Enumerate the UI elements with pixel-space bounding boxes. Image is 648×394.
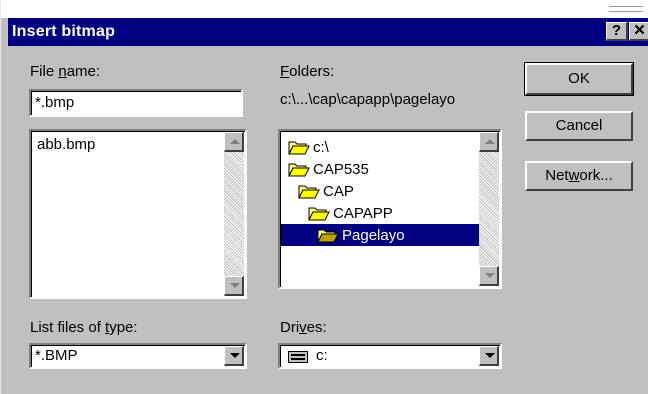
cancel-button[interactable]: Cancel	[525, 111, 633, 141]
help-button[interactable]: ?	[606, 22, 628, 41]
open-folder-icon	[288, 163, 310, 177]
folders-label: Folders:	[280, 63, 335, 80]
scroll-up-button[interactable]	[479, 132, 499, 152]
insert-bitmap-dialog: Insert bitmap ? ✕ File name: *.bmp abb.b…	[0, 0, 648, 394]
folder-item-capapp[interactable]: CAPAPP	[308, 202, 399, 224]
current-folder-path: c:\...\cap\capapp\pagelayo	[280, 91, 456, 108]
folder-tree[interactable]: c:\ CAP535 CAP CAPAPP Pagelayo	[278, 129, 502, 289]
grip-decoration	[609, 6, 643, 12]
open-folder-icon	[308, 207, 330, 221]
file-list[interactable]: abb.bmp	[29, 129, 247, 299]
file-type-select[interactable]: *.BMP	[29, 343, 247, 369]
arrow-up-icon	[485, 139, 495, 144]
file-type-value: *.BMP	[35, 347, 78, 364]
file-list-item[interactable]: abb.bmp	[37, 136, 95, 153]
scroll-down-button[interactable]	[224, 276, 244, 296]
drive-icon	[288, 351, 308, 363]
drives-dropdown-button[interactable]	[479, 346, 499, 366]
open-folder-icon	[298, 185, 320, 199]
scroll-down-button[interactable]	[479, 266, 499, 286]
arrow-down-icon	[485, 273, 495, 278]
open-folder-icon	[317, 229, 339, 243]
arrow-up-icon	[230, 139, 240, 144]
folder-tree-scrollbar[interactable]	[479, 132, 499, 286]
drives-select[interactable]: c:	[278, 343, 502, 369]
close-button[interactable]: ✕	[629, 22, 648, 41]
file-name-value: *.bmp	[35, 94, 75, 111]
drives-value: c:	[316, 347, 328, 364]
background-strip	[1, 0, 648, 18]
drives-label: Drives:	[280, 319, 327, 336]
ok-button[interactable]: OK	[524, 62, 634, 96]
file-type-label: List files of type:	[30, 319, 138, 336]
folder-item-root[interactable]: c:\	[288, 136, 335, 158]
file-name-input[interactable]: *.bmp	[29, 89, 243, 117]
folder-item-cap[interactable]: CAP	[298, 180, 360, 202]
chevron-down-icon	[230, 353, 240, 358]
dialog-title: Insert bitmap	[12, 23, 116, 40]
file-type-dropdown-button[interactable]	[224, 346, 244, 366]
file-name-label: File name:	[30, 63, 101, 80]
arrow-down-icon	[230, 283, 240, 288]
scroll-up-button[interactable]	[224, 132, 244, 152]
open-folder-icon	[288, 141, 310, 155]
chevron-down-icon	[485, 353, 495, 358]
close-icon: ✕	[633, 22, 646, 39]
network-button[interactable]: Network...	[525, 161, 633, 191]
folder-item-pagelayo[interactable]: Pagelayo	[281, 224, 479, 246]
title-bar[interactable]: Insert bitmap ? ✕	[8, 18, 648, 46]
file-list-scrollbar[interactable]	[224, 132, 244, 296]
folder-item-cap535[interactable]: CAP535	[288, 158, 375, 180]
